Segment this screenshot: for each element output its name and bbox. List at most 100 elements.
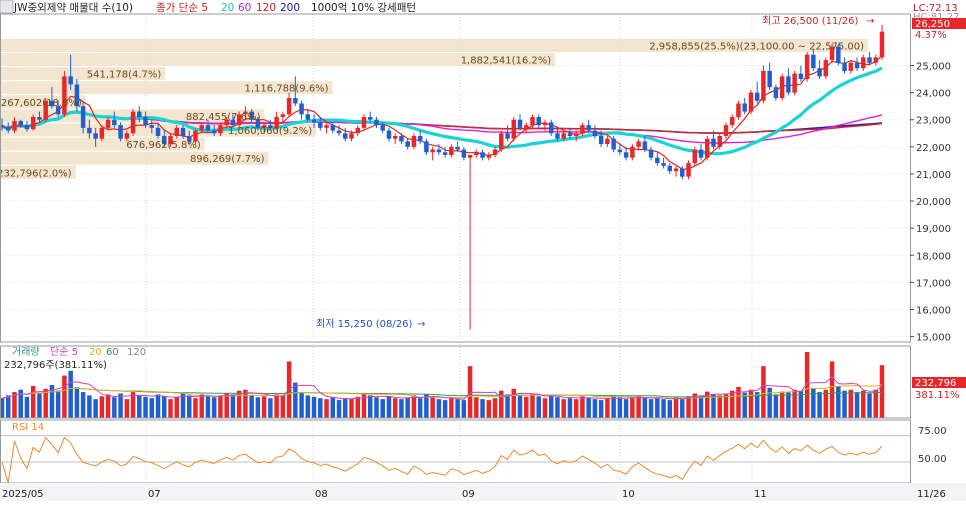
price-tick-label: 22,000 [916,143,951,154]
volume-bar [424,394,429,418]
candle-body [573,133,579,136]
candle-body [24,125,30,130]
candle-body [705,138,710,158]
candle-body [823,60,829,77]
candle-body [430,149,435,153]
candle-body [792,73,797,93]
volume-bar [336,400,342,418]
candle-body [343,133,348,139]
candle-body [773,87,779,99]
candle-body [711,138,716,147]
candle-body [761,70,766,101]
volume-bar [605,398,610,418]
candle-body [417,135,423,142]
candle-body [854,62,860,69]
candle-body [742,103,747,112]
ma-prefix: 종가 단순 5 [156,2,208,14]
volume-bar [205,396,211,418]
high-annotation: 최고 26,500 (11/26) [762,15,858,27]
volume-bar [854,392,860,418]
volume-bar [186,395,192,418]
candle-body [736,103,741,118]
volume-bar [318,398,323,418]
candle-body [648,149,654,158]
candle-body [817,68,822,77]
volume-bar [786,392,791,418]
candle-body [80,106,86,128]
volume-bar [62,375,67,418]
candle-body [580,125,585,134]
candle-body [174,127,179,136]
volume-ma-prefix: 단순 5 [50,346,78,358]
candle-body [5,126,11,131]
candle-body [87,127,92,134]
rsi-label: RSI 14 [12,422,44,433]
volume-bar [630,398,635,418]
ma60-label: 60 [238,2,251,14]
volume-bar [30,385,36,418]
volume-bar [486,400,492,418]
volume-bar [580,396,585,418]
volume-bar [74,387,80,418]
volume-bar [93,399,98,418]
ma200-label: 200 [280,2,300,14]
volume-bar [474,397,479,418]
volume-profile-label: 2,958,855(25.5%)(23,100.00 ~ 22,575.00) [649,41,864,52]
candle-body [879,31,885,58]
volume-bar [374,397,379,418]
volume-bar [324,399,329,418]
candle-body [392,135,398,139]
price-tick-label: 17,000 [916,278,951,289]
candle-body [93,133,98,139]
candle-body [861,57,866,69]
volume-bar [517,395,523,418]
candle-body [336,130,342,134]
volume-profile-label: 676,962(5.8%) [126,140,201,151]
low-annotation: 최저 15,250 (08/26) [316,318,412,330]
volume-bar [592,399,598,418]
volume-bar [299,392,304,418]
price-tick-label: 16,000 [916,305,951,316]
volume-bar [99,396,105,418]
volume-bar [174,397,179,418]
chart-window: 232,796(2.0%) 896,269(7.7%) 676,962(5.8%) 1… [0,0,966,501]
volume-bar [274,394,279,418]
volume-bar [455,399,460,418]
candle-body [118,125,123,139]
candle-body [636,141,641,147]
price-tick-label: 25,000 [916,62,951,73]
volume-bar [555,397,560,418]
volume-bar [611,396,616,418]
candle-body [611,138,616,150]
volume-bar [661,399,666,418]
volume-bar [879,365,885,418]
candle-body [673,168,679,172]
volume-bar [536,396,541,418]
volume-bar [386,396,392,418]
candle-body [623,152,629,158]
volume-bar [168,399,173,418]
candle-body [517,119,523,128]
volume-bar [68,370,73,418]
candle-body [37,117,42,120]
candle-body [786,76,791,93]
candle-body [30,117,36,130]
volume-bar [224,393,229,418]
volume-bar [80,392,86,418]
volume-bar [561,399,566,418]
candle-body [149,125,155,128]
candle-body [112,119,117,126]
candle-body [299,103,304,115]
volume-bar [380,399,385,418]
ticker-label[interactable]: JW중외제약 매물대 수(10) [13,2,133,14]
volume-bar [829,361,835,418]
time-axis-label: 2025/05 [2,489,44,500]
volume-bar [836,385,841,418]
volume-summary: 232,796주(381.11%) [4,360,107,371]
volume-bar [811,388,816,418]
candle-body [605,138,610,145]
candle-body [386,130,392,139]
candle-body [729,117,735,126]
candle-body [542,122,548,126]
candle-body [686,163,691,177]
